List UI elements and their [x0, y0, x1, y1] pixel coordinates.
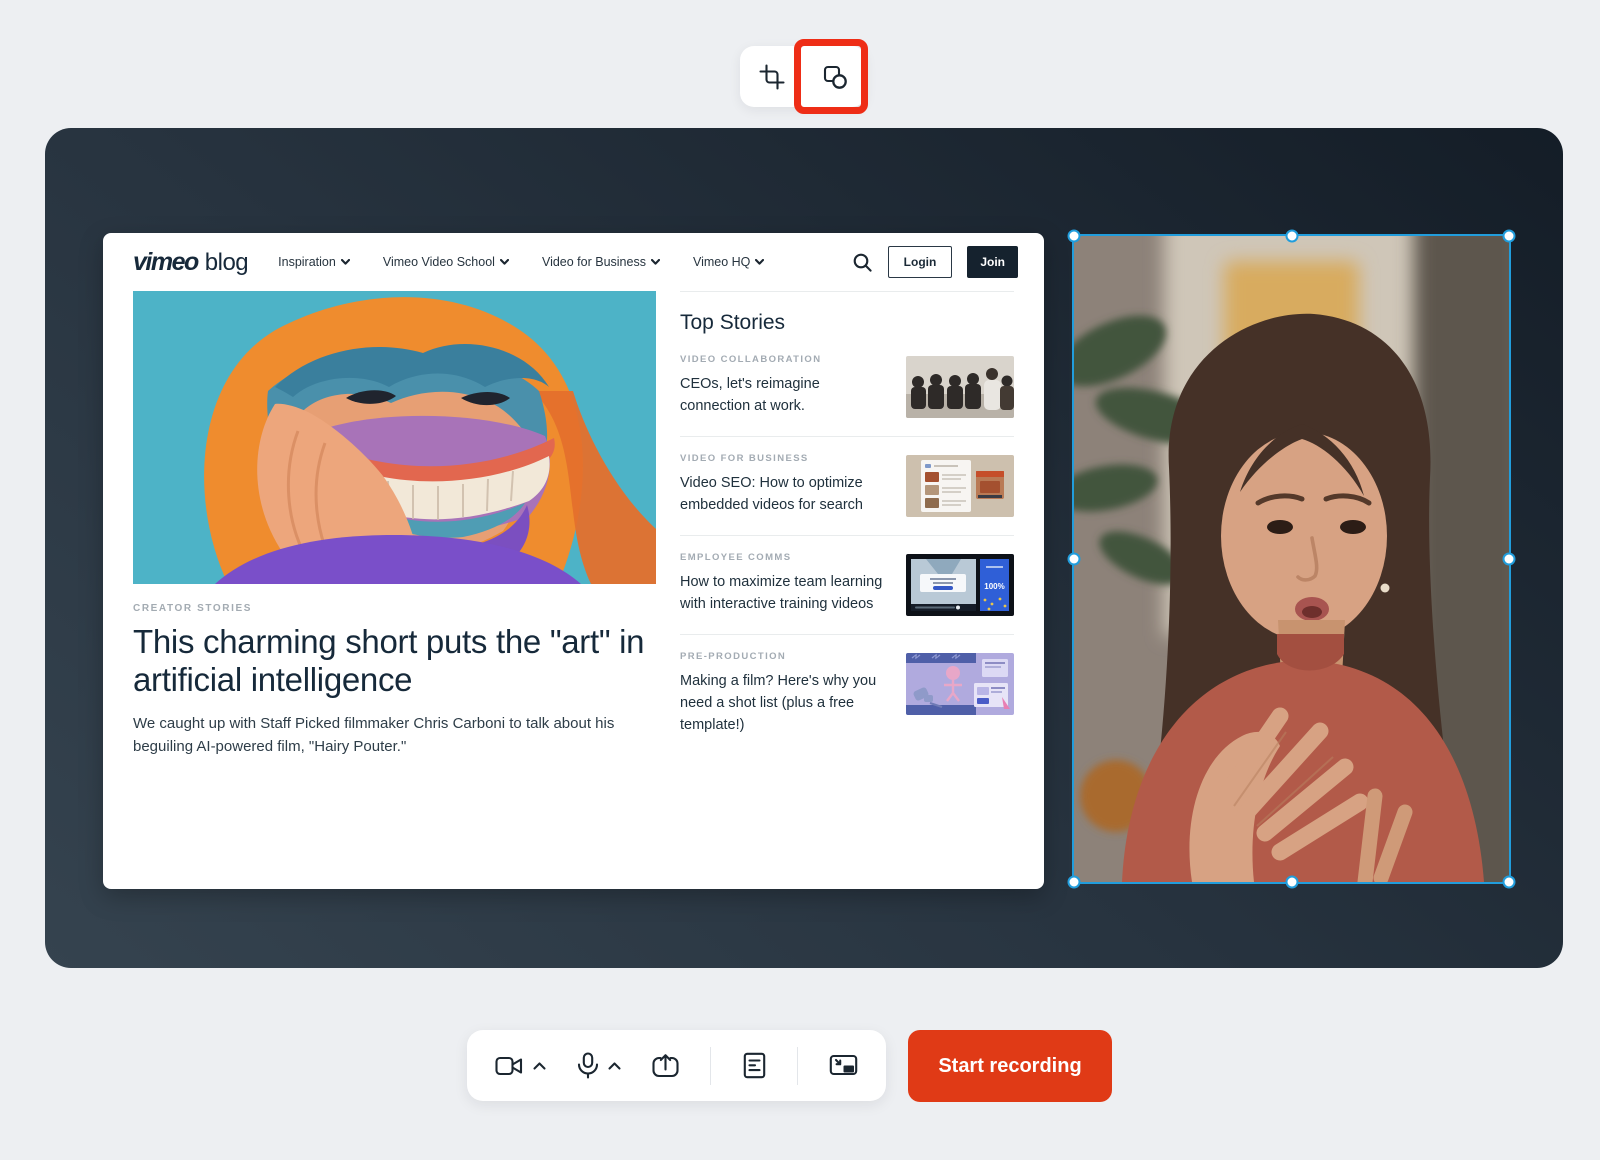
logo-suffix: blog — [205, 249, 248, 277]
camera-icon — [495, 1055, 524, 1077]
camera-button[interactable] — [495, 1055, 524, 1077]
camera-control — [495, 1055, 546, 1077]
resize-handle-middle-left[interactable] — [1068, 553, 1081, 566]
chevron-down-icon — [755, 259, 764, 265]
crop-icon — [759, 64, 785, 90]
resize-handle-bottom-center[interactable] — [1285, 876, 1298, 889]
chevron-up-icon — [608, 1062, 621, 1070]
shapes-icon — [821, 63, 849, 91]
microphone-options-button[interactable] — [608, 1062, 621, 1070]
notes-button[interactable] — [743, 1052, 766, 1079]
camera-options-button[interactable] — [533, 1062, 546, 1070]
chevron-down-icon — [500, 259, 509, 265]
recorder-app: vimeo blog Inspiration Vimeo Video Schoo… — [0, 0, 1600, 1160]
story-category: VIDEO FOR BUSINESS — [680, 453, 892, 464]
search-icon[interactable] — [852, 252, 873, 273]
blog-content: CREATOR STORIES This charming short puts… — [103, 291, 1044, 758]
recording-canvas: vimeo blog Inspiration Vimeo Video Schoo… — [45, 128, 1563, 968]
story-title[interactable]: Making a film? Here's why you need a sho… — [680, 671, 892, 736]
blog-nav: Inspiration Vimeo Video School Video for… — [278, 255, 764, 269]
crop-tool-button[interactable] — [744, 49, 800, 105]
annotation-toolbar — [740, 46, 866, 107]
shared-screen-preview[interactable]: vimeo blog Inspiration Vimeo Video Schoo… — [103, 233, 1044, 889]
login-button[interactable]: Login — [888, 246, 953, 278]
share-screen-icon — [652, 1053, 679, 1078]
chevron-down-icon — [651, 259, 660, 265]
story-thumbnail-training-video: 100% — [906, 554, 1014, 616]
story-category: PRE-PRODUCTION — [680, 651, 892, 662]
featured-article[interactable]: CREATOR STORIES This charming short puts… — [133, 291, 656, 758]
top-stories-section: Top Stories VIDEO COLLABORATION CEOs, le… — [680, 291, 1014, 758]
nav-item-video-for-business[interactable]: Video for Business — [542, 255, 660, 269]
notes-icon — [743, 1052, 766, 1079]
story-thumbnail-audience — [906, 356, 1014, 418]
ai-art-grin-illustration — [133, 291, 656, 584]
picture-in-picture-icon — [829, 1053, 858, 1078]
featured-category: CREATOR STORIES — [133, 603, 656, 614]
featured-hero-image — [133, 291, 656, 584]
featured-title[interactable]: This charming short puts the "art" in ar… — [133, 623, 656, 698]
story-item-shot-list[interactable]: PRE-PRODUCTION Making a film? Here's why… — [680, 634, 1014, 754]
featured-description: We caught up with Staff Picked filmmaker… — [133, 713, 656, 758]
dock-divider — [710, 1047, 711, 1085]
story-thumbnail-shot-list — [906, 653, 1014, 715]
story-category: VIDEO COLLABORATION — [680, 354, 892, 365]
dock-divider — [797, 1047, 798, 1085]
nav-item-vimeo-hq[interactable]: Vimeo HQ — [693, 255, 764, 269]
share-screen-button[interactable] — [652, 1053, 679, 1078]
story-title[interactable]: How to maximize team learning with inter… — [680, 572, 892, 616]
logo-brand: vimeo — [133, 248, 198, 277]
blog-header: vimeo blog Inspiration Vimeo Video Schoo… — [103, 233, 1044, 291]
webcam-video-feed — [1074, 236, 1509, 882]
webcam-overlay[interactable] — [1074, 236, 1509, 882]
resize-handle-top-left[interactable] — [1068, 230, 1081, 243]
chevron-up-icon — [533, 1062, 546, 1070]
story-item-video-seo[interactable]: VIDEO FOR BUSINESS Video SEO: How to opt… — [680, 436, 1014, 535]
shapes-tool-button[interactable] — [807, 49, 863, 105]
resize-handle-top-center[interactable] — [1285, 230, 1298, 243]
vimeo-blog-logo[interactable]: vimeo blog — [133, 248, 248, 277]
story-item-video-collaboration[interactable]: VIDEO COLLABORATION CEOs, let's reimagin… — [680, 338, 1014, 436]
join-button[interactable]: Join — [967, 246, 1018, 278]
thumbnail-progress-text: 100% — [984, 582, 1004, 591]
story-title[interactable]: CEOs, let's reimagine connection at work… — [680, 374, 892, 418]
resize-handle-bottom-left[interactable] — [1068, 876, 1081, 889]
record-controls-dock — [467, 1030, 886, 1101]
story-thumbnail-seo — [906, 455, 1014, 517]
chevron-down-icon — [341, 259, 350, 265]
top-stories-heading: Top Stories — [680, 311, 1014, 335]
resize-handle-middle-right[interactable] — [1503, 553, 1516, 566]
header-actions: Login Join — [852, 246, 1018, 278]
story-title[interactable]: Video SEO: How to optimize embedded vide… — [680, 473, 892, 517]
nav-item-inspiration[interactable]: Inspiration — [278, 255, 350, 269]
story-item-employee-comms[interactable]: EMPLOYEE COMMS How to maximize team lear… — [680, 535, 1014, 634]
story-category: EMPLOYEE COMMS — [680, 552, 892, 563]
microphone-button[interactable] — [577, 1052, 599, 1079]
resize-handle-bottom-right[interactable] — [1503, 876, 1516, 889]
picture-in-picture-button[interactable] — [829, 1053, 858, 1078]
microphone-control — [577, 1052, 621, 1079]
start-recording-button[interactable]: Start recording — [908, 1030, 1112, 1102]
resize-handle-top-right[interactable] — [1503, 230, 1516, 243]
nav-item-video-school[interactable]: Vimeo Video School — [383, 255, 509, 269]
microphone-icon — [577, 1052, 599, 1079]
